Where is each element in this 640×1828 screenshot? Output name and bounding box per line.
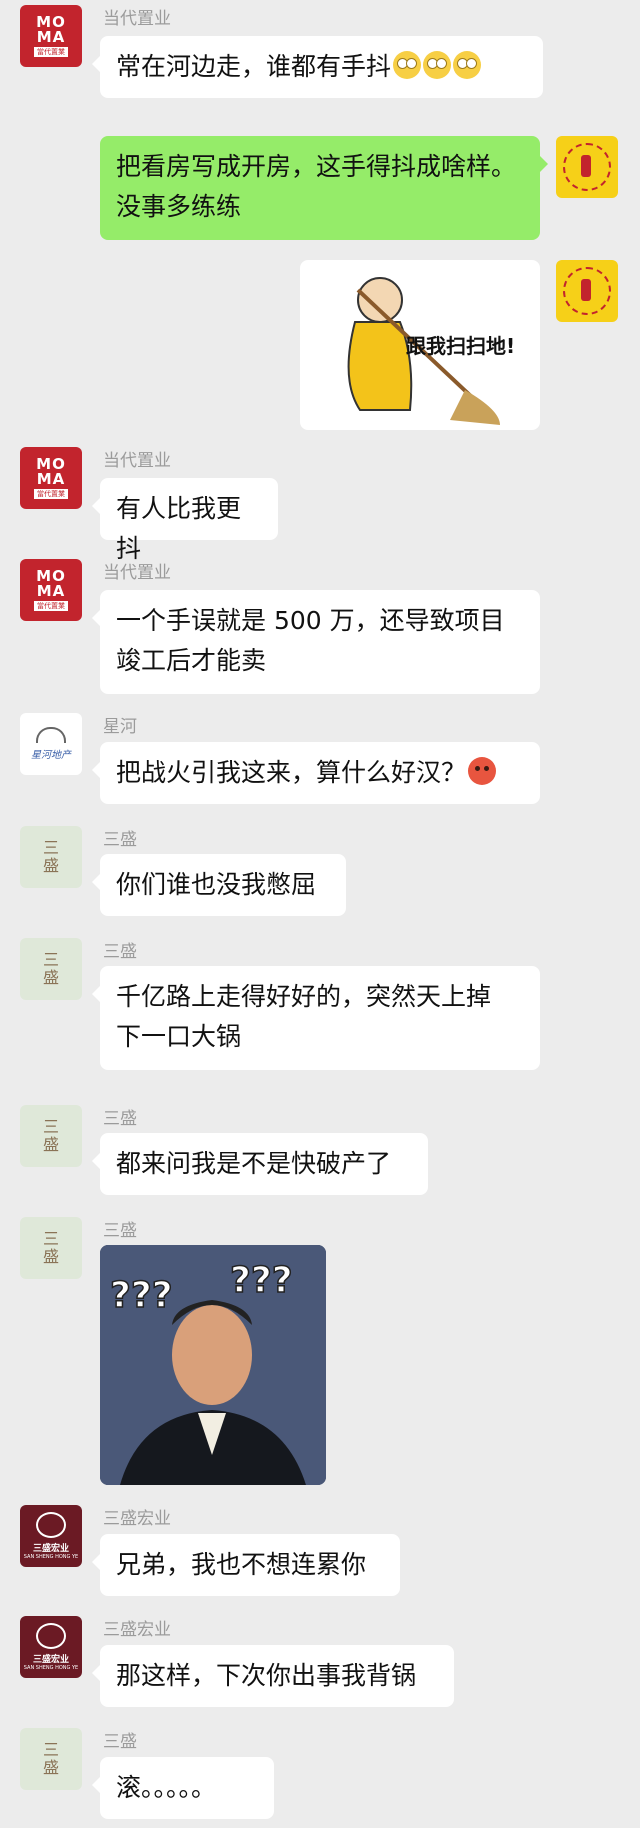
- eye-roll-emoji-icon: [393, 51, 422, 79]
- avatar-dangdai[interactable]: MO MA 當代置業: [20, 5, 82, 67]
- sender-name: 当代置业: [103, 563, 171, 583]
- avatar-dangdai[interactable]: MO MA 當代置業: [20, 559, 82, 621]
- message-bubble[interactable]: 千亿路上走得好好的，突然天上掉 下一口大锅: [92, 966, 540, 1070]
- sender-name: 三盛: [103, 830, 137, 850]
- sender-name: 当代置业: [103, 451, 171, 471]
- avatar-xinghe[interactable]: 星河地产: [20, 713, 82, 775]
- avatar-sansheng[interactable]: 三盛: [20, 826, 82, 888]
- message-bubble[interactable]: 一个手误就是 500 万，还导致项目 竣工后才能卖: [92, 590, 540, 694]
- avatar-sansheng[interactable]: 三盛: [20, 1728, 82, 1790]
- sender-name: 三盛宏业: [103, 1509, 171, 1529]
- sender-name: 三盛: [103, 1109, 137, 1129]
- avatar-sansheng[interactable]: 三盛: [20, 938, 82, 1000]
- message-bubble[interactable]: 都来问我是不是快破产了: [92, 1133, 428, 1195]
- hongye-logo-icon: [36, 1623, 66, 1649]
- message-bubble[interactable]: 常在河边走，谁都有手抖: [92, 36, 543, 98]
- eye-roll-emoji-icon: [453, 51, 482, 79]
- avatar-sansheng-hongye[interactable]: 三盛宏业 SAN SHENG HONG YE: [20, 1505, 82, 1567]
- avatar-self[interactable]: [556, 260, 618, 322]
- hongye-logo-icon: [36, 1512, 66, 1538]
- avatar-self[interactable]: [556, 136, 618, 198]
- avatar-sansheng[interactable]: 三盛: [20, 1217, 82, 1279]
- eye-roll-emoji-icon: [423, 51, 452, 79]
- message-bubble[interactable]: 有人比我更抖: [92, 478, 278, 563]
- message-bubble[interactable]: 滚。。。。。: [92, 1757, 274, 1819]
- angry-face-emoji-icon: [468, 757, 497, 785]
- message-bubble[interactable]: 把战火引我这来，算什么好汉？: [92, 742, 540, 804]
- avatar-sansheng[interactable]: 三盛: [20, 1105, 82, 1167]
- message-bubble[interactable]: 兄弟，我也不想连累你: [92, 1534, 400, 1596]
- message-bubble[interactable]: 你们谁也没我憋屈: [92, 854, 346, 916]
- avatar-dangdai[interactable]: MO MA 當代置業: [20, 447, 82, 509]
- message-bubble[interactable]: 那这样，下次你出事我背锅: [92, 1645, 454, 1707]
- sender-name: 三盛宏业: [103, 1620, 171, 1640]
- monk-icon: [563, 143, 611, 191]
- monk-icon: [563, 267, 611, 315]
- sender-name: 三盛: [103, 1732, 137, 1752]
- sender-name: 星河: [103, 717, 137, 737]
- photo-message[interactable]: ??? ???: [100, 1245, 326, 1485]
- avatar-sansheng-hongye[interactable]: 三盛宏业 SAN SHENG HONG YE: [20, 1616, 82, 1678]
- message-bubble-outgoing[interactable]: 把看房写成开房，这手得抖成啥样。 没事多练练: [100, 136, 548, 240]
- sender-name: 三盛: [103, 1221, 137, 1241]
- sender-name: 三盛: [103, 942, 137, 962]
- sticker-caption: 跟我扫扫地!: [406, 334, 516, 358]
- xinghe-logo-icon: [36, 727, 66, 743]
- sticker-image[interactable]: 跟我扫扫地!: [300, 260, 540, 430]
- sender-name: 当代置业: [103, 9, 171, 29]
